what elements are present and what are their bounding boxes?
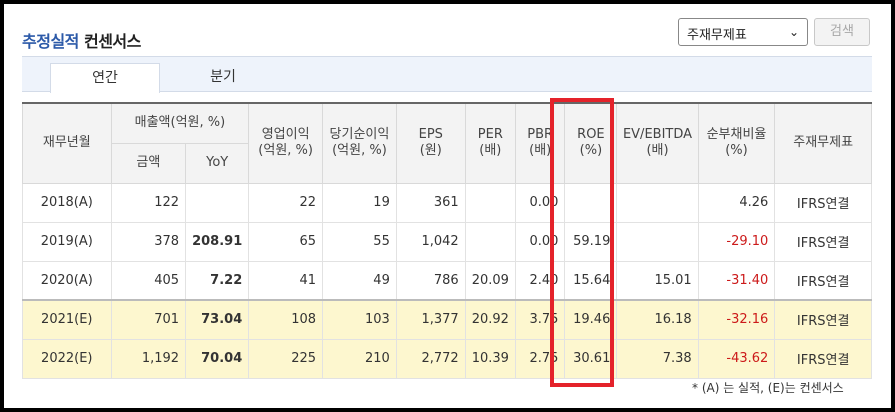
header-pbr: PBR (배) [514, 102, 566, 184]
chevron-down-icon: ⌄ [788, 25, 799, 39]
cell-period: 2020(A) [22, 260, 112, 301]
header-sales-yoy: YoY [185, 142, 250, 184]
consensus-table: 재무년월 매출액(억원, %) 영업이익 (억원, %) 당기순이익 (억원, … [22, 102, 872, 379]
cell-per: 20.92 [464, 299, 516, 340]
cell-op: 108 [248, 299, 324, 340]
cell-period: 2019(A) [22, 221, 112, 262]
table-row: 2022(E) 1,192 70.04 225 210 2,772 10.39 … [22, 338, 872, 379]
cell-per: 20.09 [464, 260, 516, 301]
header-statement: 주재무제표 [774, 102, 872, 184]
cell-net: 55 [322, 221, 397, 262]
cell-eps: 1,042 [395, 221, 466, 262]
cell-amount: 405 [110, 260, 187, 301]
cell-roe: 15.64 [564, 260, 618, 301]
cell-roe [564, 182, 618, 223]
cell-op: 41 [248, 260, 324, 301]
cell-debt: 4.26 [697, 182, 776, 223]
cell-period: 2018(A) [22, 182, 112, 223]
cell-statement: IFRS연결 [774, 338, 872, 379]
table-row: 2021(E) 701 73.04 108 103 1,377 20.92 3.… [22, 299, 872, 340]
cell-eps: 1,377 [395, 299, 466, 340]
header-period: 재무년월 [22, 102, 112, 184]
search-button[interactable]: 검색 [814, 18, 870, 46]
cell-net: 49 [322, 260, 397, 301]
table-row: 2019(A) 378 208.91 65 55 1,042 0.00 59.1… [22, 221, 872, 262]
cell-net: 103 [322, 299, 397, 340]
cell-per [464, 221, 516, 262]
cell-per [464, 182, 516, 223]
header-sales-amount: 금액 [110, 142, 187, 184]
cell-pbr: 0.00 [514, 221, 566, 262]
cell-roe: 30.61 [564, 338, 618, 379]
cell-debt: -31.40 [697, 260, 776, 301]
cell-statement: IFRS연결 [774, 299, 872, 340]
cell-statement: IFRS연결 [774, 260, 872, 301]
cell-debt: -29.10 [697, 221, 776, 262]
cell-amount: 378 [110, 221, 187, 262]
header-debt-ratio: 순부채비율 (%) [697, 102, 776, 184]
cell-eps: 361 [395, 182, 466, 223]
header-eps: EPS (원) [395, 102, 466, 184]
cell-op: 225 [248, 338, 324, 379]
cell-debt: -43.62 [697, 338, 776, 379]
cell-op: 65 [248, 221, 324, 262]
cell-period: 2021(E) [22, 299, 112, 340]
cell-ev: 7.38 [616, 338, 699, 379]
cell-ev: 15.01 [616, 260, 699, 301]
cell-roe: 59.19 [564, 221, 618, 262]
section-title: 추정실적 컨센서스 [22, 28, 141, 52]
cell-pbr: 0.00 [514, 182, 566, 223]
header-op-income: 영업이익 (억원, %) [248, 102, 324, 184]
header-roe: ROE (%) [564, 102, 618, 184]
statement-type-select[interactable]: 주재무제표 ⌄ [678, 18, 808, 46]
cell-net: 210 [322, 338, 397, 379]
consensus-panel: 추정실적 컨센서스 주재무제표 ⌄ 검색 연간 분기 재무년월 매출액(억원, … [4, 4, 891, 408]
cell-amount: 122 [110, 182, 187, 223]
header-per: PER (배) [464, 102, 516, 184]
cell-yoy: 208.91 [185, 221, 250, 262]
cell-ev: 16.18 [616, 299, 699, 340]
cell-per: 10.39 [464, 338, 516, 379]
cell-yoy: 7.22 [185, 260, 250, 301]
cell-pbr: 3.75 [514, 299, 566, 340]
header-sales: 매출액(억원, %) [110, 102, 250, 144]
tab-quarterly[interactable]: 분기 [168, 63, 278, 93]
tab-annual[interactable]: 연간 [50, 63, 160, 93]
period-tabs: 연간 분기 [22, 56, 872, 93]
title-secondary: 컨센서스 [83, 32, 141, 51]
cell-yoy [185, 182, 250, 223]
table-row: 2018(A) 122 22 19 361 0.00 4.26 IFRS연결 [22, 182, 872, 223]
select-value: 주재무제표 [687, 28, 747, 43]
cell-op: 22 [248, 182, 324, 223]
cell-roe: 19.46 [564, 299, 618, 340]
cell-eps: 786 [395, 260, 466, 301]
cell-statement: IFRS연결 [774, 182, 872, 223]
cell-pbr: 2.75 [514, 338, 566, 379]
cell-eps: 2,772 [395, 338, 466, 379]
cell-ev [616, 221, 699, 262]
table-row: 2020(A) 405 7.22 41 49 786 20.09 2.40 15… [22, 260, 872, 301]
cell-period: 2022(E) [22, 338, 112, 379]
footnote: * (A) 는 실적, (E)는 컨센서스 [692, 381, 844, 395]
cell-pbr: 2.40 [514, 260, 566, 301]
cell-debt: -32.16 [697, 299, 776, 340]
cell-amount: 1,192 [110, 338, 187, 379]
cell-ev [616, 182, 699, 223]
header-ev-ebitda: EV/EBITDA (배) [616, 102, 699, 184]
cell-yoy: 70.04 [185, 338, 250, 379]
cell-net: 19 [322, 182, 397, 223]
header-net-income: 당기순이익 (억원, %) [322, 102, 397, 184]
cell-statement: IFRS연결 [774, 221, 872, 262]
cell-yoy: 73.04 [185, 299, 250, 340]
title-primary: 추정실적 [22, 32, 79, 51]
cell-amount: 701 [110, 299, 187, 340]
